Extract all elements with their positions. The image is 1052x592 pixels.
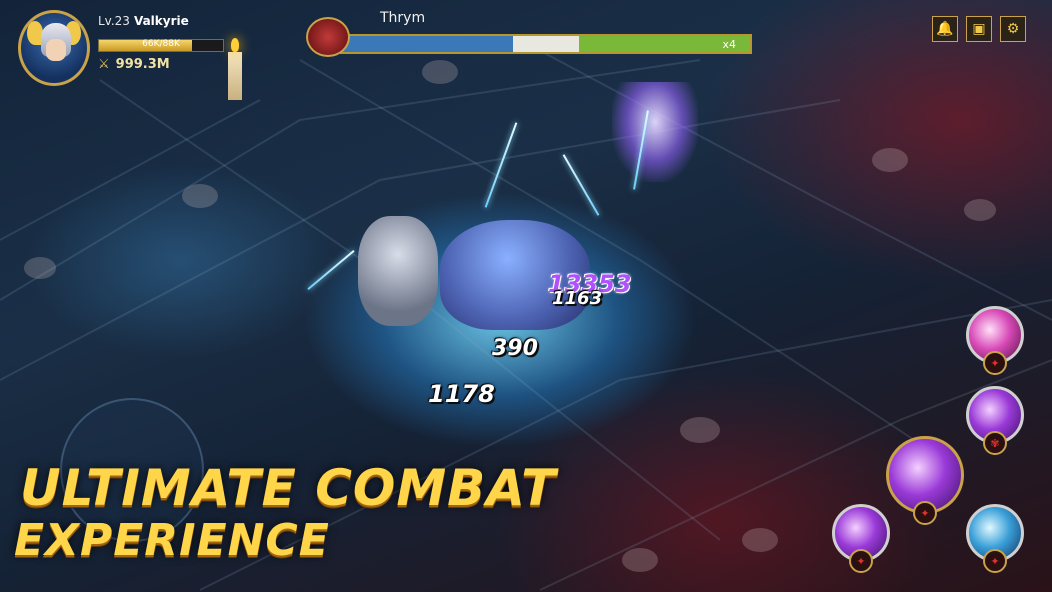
player-avatar[interactable]	[18, 10, 90, 86]
player-level: Lv.23	[98, 14, 130, 28]
skill-button-4[interactable]: ✦	[966, 504, 1024, 573]
valkyrie-hero-sprite	[612, 82, 698, 182]
skill-button-1[interactable]: ✦	[966, 306, 1024, 375]
boss-hp-segment	[513, 36, 579, 52]
promo-line-1: ULTIMATE COMBAT	[20, 459, 557, 517]
promo-title: ULTIMATE COMBAT EXPERIENCE	[14, 459, 557, 566]
chest-icon[interactable]: ▣	[966, 16, 992, 42]
player-level-line: Lv.23 Valkyrie	[98, 14, 189, 28]
combat-power-value: 999.3M	[115, 57, 170, 72]
skill-button-2[interactable]: ✾	[966, 386, 1024, 455]
xp-text: 66K/88K	[142, 39, 180, 49]
boss-name: Thrym	[380, 10, 426, 26]
boss-emblem-icon	[306, 17, 350, 57]
rune-icon: ✦	[983, 351, 1007, 375]
skull-mace	[358, 216, 438, 326]
promo-line-2: EXPERIENCE	[14, 515, 330, 566]
xp-bar: 66K/88K	[98, 39, 224, 52]
skill-button-3[interactable]: ✦	[832, 504, 890, 573]
boss-hp-segment	[342, 36, 514, 52]
crossed-swords-icon: ⚔	[98, 57, 110, 72]
player-name: Valkyrie	[133, 14, 189, 28]
gear-icon[interactable]: ⚙	[1000, 16, 1026, 42]
candle	[228, 38, 242, 100]
rune-icon: ✦	[913, 501, 937, 525]
rune-icon: ✦	[849, 549, 873, 573]
boss-hp-bar: x4	[340, 34, 752, 54]
combat-power: ⚔ 999.3M	[98, 57, 170, 72]
damage-number: 1178	[428, 380, 495, 408]
wheat-icon: ✾	[983, 431, 1007, 455]
rune-icon: ✦	[983, 549, 1007, 573]
bell-icon[interactable]: 🔔	[932, 16, 958, 42]
top-right-menu: 🔔 ▣ ⚙	[932, 16, 1026, 42]
face-icon	[46, 39, 66, 61]
damage-number: 390	[492, 336, 538, 361]
boss-hp-multiplier: x4	[722, 38, 736, 51]
damage-number: 1163	[552, 288, 603, 309]
ultimate-skill-button[interactable]: ✦	[886, 436, 964, 525]
